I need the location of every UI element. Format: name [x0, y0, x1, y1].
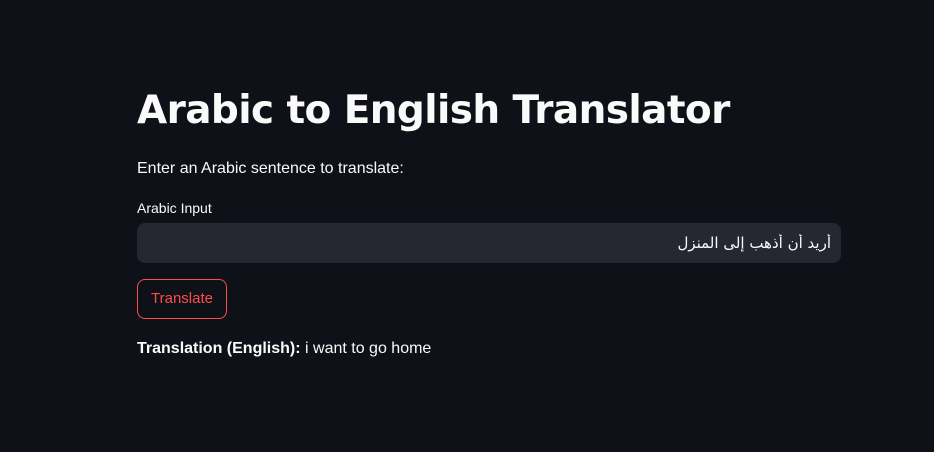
instruction-text: Enter an Arabic sentence to translate: — [137, 160, 404, 177]
translation-value: i want to go home — [305, 340, 432, 357]
page-title: Arabic to English Translator — [137, 88, 730, 133]
translation-label: Translation (English): — [137, 340, 301, 357]
translate-button[interactable]: Translate — [137, 279, 227, 319]
arabic-input-label: Arabic Input — [137, 200, 212, 216]
main-container: Arabic to English Translator Enter an Ar… — [137, 84, 841, 359]
translation-result: Translation (English): i want to go home — [137, 339, 841, 359]
arabic-input-container[interactable] — [137, 223, 841, 263]
arabic-input[interactable] — [147, 234, 831, 252]
